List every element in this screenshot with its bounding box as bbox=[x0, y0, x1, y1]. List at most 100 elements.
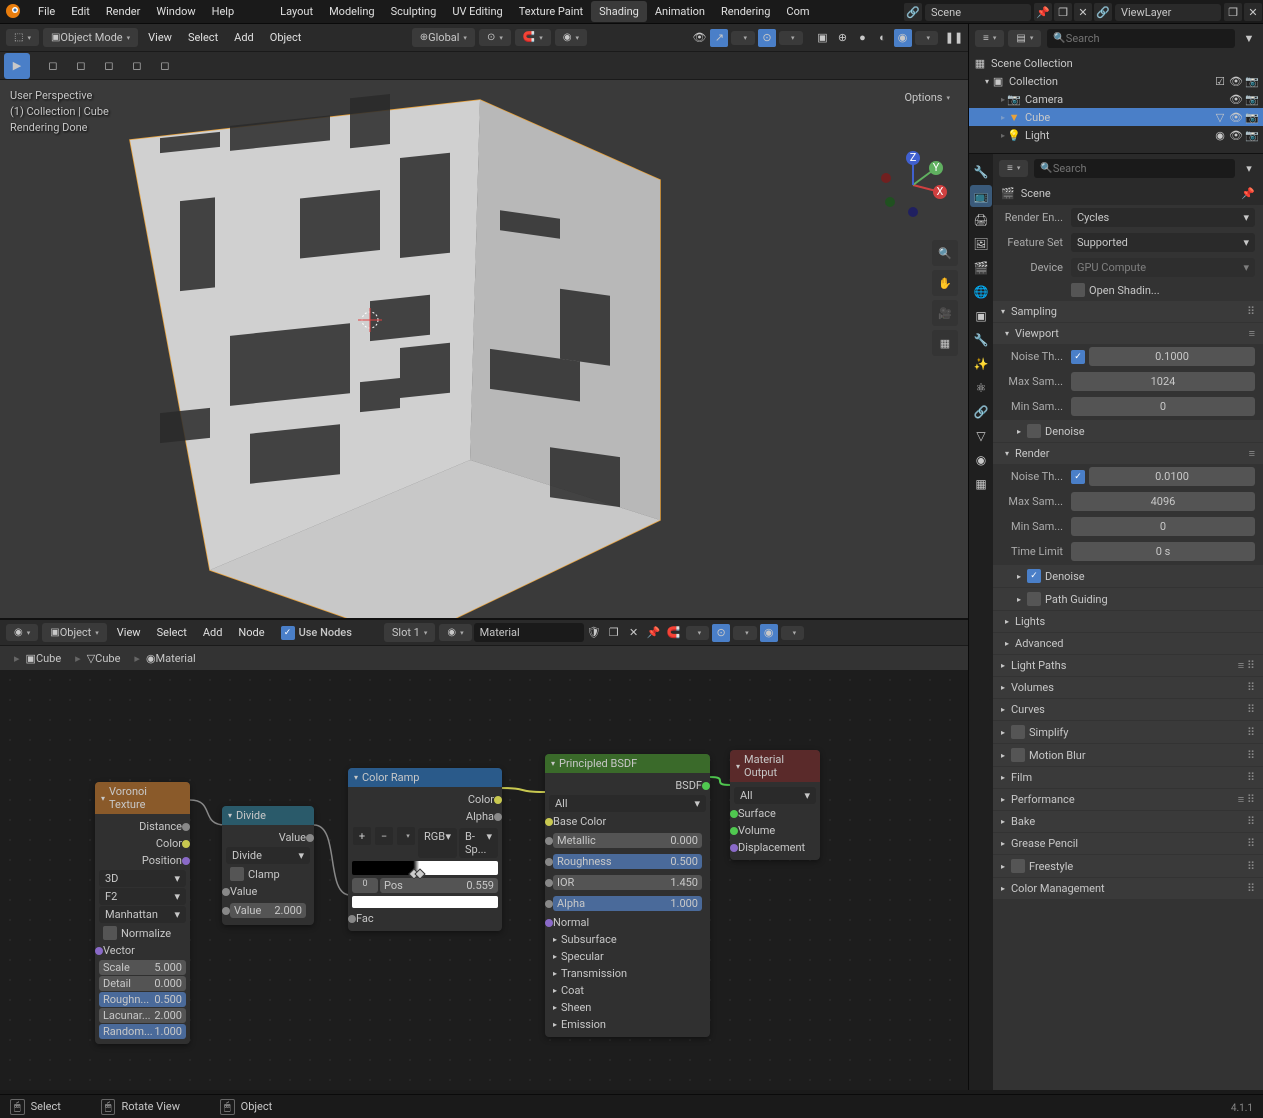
tab-render-icon[interactable]: 📺 bbox=[970, 185, 992, 207]
ramp-color-swatch[interactable] bbox=[352, 896, 498, 908]
visibility-icon[interactable]: 👁 bbox=[690, 29, 708, 47]
voronoi-randomness-field[interactable]: Random...1.000 bbox=[99, 1024, 186, 1039]
orientation-dropdown[interactable]: ⊕ Global▾ bbox=[412, 28, 475, 47]
motion-blur-panel[interactable]: ▸Motion Blur⠿ bbox=[993, 744, 1263, 766]
cam-hide-icon[interactable]: 👁 bbox=[1229, 93, 1243, 106]
workspace-modeling[interactable]: Modeling bbox=[321, 1, 383, 22]
menu-edit[interactable]: Edit bbox=[63, 1, 98, 22]
tab-material-icon[interactable]: ◉ bbox=[970, 449, 992, 471]
curves-panel[interactable]: ▸Curves⠿ bbox=[993, 699, 1263, 720]
props-type-dropdown[interactable]: ≡▾ bbox=[999, 160, 1028, 177]
delete-scene-icon[interactable]: ✕ bbox=[1074, 3, 1092, 21]
motion-blur-checkbox[interactable] bbox=[1011, 748, 1025, 762]
viewport-sampling-header[interactable]: ▾Viewport≡ bbox=[993, 323, 1263, 344]
material-pin-icon[interactable]: 📌 bbox=[645, 624, 663, 642]
collection-disable-icon[interactable]: 📷 bbox=[1245, 75, 1259, 88]
volumes-panel[interactable]: ▸Volumes⠿ bbox=[993, 677, 1263, 698]
mode-dropdown[interactable]: ▣ Object Mode▾ bbox=[43, 28, 138, 47]
viewport-options-button[interactable]: Options▾ bbox=[896, 88, 958, 107]
material-unlink-icon[interactable]: ✕ bbox=[625, 624, 643, 642]
vp-noise-threshold-checkbox[interactable]: ✓ bbox=[1071, 350, 1085, 364]
sh-overlay-dropdown[interactable]: ▾ bbox=[733, 626, 757, 640]
tab-physics-icon[interactable]: ⚛ bbox=[970, 377, 992, 399]
scene-name-field[interactable]: Scene bbox=[925, 4, 1031, 21]
voronoi-lacunarity-field[interactable]: Lacunar...2.000 bbox=[99, 1008, 186, 1023]
delete-viewlayer-icon[interactable]: ✕ bbox=[1244, 3, 1262, 21]
select-intersect-icon[interactable]: ◻ bbox=[152, 53, 178, 79]
color-ramp-gradient[interactable] bbox=[352, 861, 498, 875]
path-guiding-header[interactable]: ▸Path Guiding bbox=[993, 588, 1263, 610]
crumb-mesh[interactable]: ▽ Cube bbox=[87, 652, 121, 665]
freestyle-checkbox[interactable] bbox=[1011, 859, 1025, 873]
viewlayer-browse-icon[interactable]: 🔗 bbox=[1094, 3, 1112, 21]
shading-matprev-icon[interactable]: ◐ bbox=[874, 29, 892, 47]
vp-noise-threshold-field[interactable]: 0.1000 bbox=[1089, 347, 1255, 366]
menu-file[interactable]: File bbox=[30, 1, 63, 22]
tree-light[interactable]: ▸💡Light ◉👁📷 bbox=[969, 126, 1263, 144]
vp-max-samples-field[interactable]: 1024 bbox=[1071, 372, 1255, 391]
proportional-dropdown[interactable]: ◉▾ bbox=[555, 29, 587, 46]
gizmo-toggle-icon[interactable]: ↗ bbox=[710, 29, 728, 47]
pan-icon[interactable]: ✋ bbox=[932, 270, 958, 296]
r-time-limit-field[interactable]: 0 s bbox=[1071, 542, 1255, 561]
workspace-compositing[interactable]: Com bbox=[778, 1, 817, 22]
menu-render[interactable]: Render bbox=[98, 1, 148, 22]
device-select[interactable]: GPU Compute▾ bbox=[1071, 258, 1255, 277]
light-disable-icon[interactable]: 📷 bbox=[1245, 129, 1259, 142]
props-search-field[interactable]: 🔍 Search bbox=[1034, 159, 1235, 178]
cube-hide-icon[interactable]: 👁 bbox=[1229, 111, 1243, 124]
navigation-gizmo[interactable]: X Y Z bbox=[878, 150, 948, 220]
tab-constraint-icon[interactable]: 🔗 bbox=[970, 401, 992, 423]
material-browse-icon[interactable]: ◉▾ bbox=[439, 624, 471, 641]
voronoi-feature-select[interactable]: F2▾ bbox=[99, 888, 186, 905]
crumb-object[interactable]: ▣ Cube bbox=[26, 652, 62, 665]
sh-snap-icon[interactable]: 🧲 bbox=[665, 624, 683, 642]
bsdf-coat-group[interactable]: ▸Coat bbox=[549, 982, 706, 999]
scene-browse-icon[interactable]: 🔗 bbox=[904, 3, 922, 21]
bsdf-metallic-field[interactable]: Metallic0.000 bbox=[553, 833, 702, 848]
cube-disable-icon[interactable]: 📷 bbox=[1245, 111, 1259, 124]
voronoi-distance-select[interactable]: Manhattan▾ bbox=[99, 906, 186, 923]
bsdf-emission-group[interactable]: ▸Emission bbox=[549, 1016, 706, 1033]
sh-menu-select[interactable]: Select bbox=[149, 623, 195, 642]
simplify-panel[interactable]: ▸Simplify⠿ bbox=[993, 721, 1263, 743]
tab-particles-icon[interactable]: ✨ bbox=[970, 353, 992, 375]
tree-camera[interactable]: ▸📷Camera 👁📷 bbox=[969, 90, 1263, 108]
ramp-remove-stop-icon[interactable]: − bbox=[375, 827, 393, 845]
workspace-rendering[interactable]: Rendering bbox=[713, 1, 778, 22]
shading-rendered-icon[interactable]: ◉ bbox=[894, 29, 912, 47]
crumb-material[interactable]: ◉ Material bbox=[146, 652, 196, 665]
xray-icon[interactable]: ▣ bbox=[814, 29, 832, 47]
collection-exclude-icon[interactable]: ☑ bbox=[1213, 75, 1227, 88]
tab-viewlayer-icon[interactable]: 🖼 bbox=[970, 233, 992, 255]
node-header[interactable]: ▾Material Output bbox=[730, 750, 820, 782]
ramp-tools-icon[interactable]: ▾ bbox=[397, 827, 415, 845]
tab-world-icon[interactable]: 🌐 bbox=[970, 281, 992, 303]
bake-panel[interactable]: ▸Bake⠿ bbox=[993, 811, 1263, 832]
ramp-colormode-select[interactable]: RGB▾ bbox=[418, 828, 457, 858]
ramp-pos-field[interactable]: Pos0.559 bbox=[380, 878, 498, 893]
workspace-layout[interactable]: Layout bbox=[272, 1, 321, 22]
viewport-3d[interactable]: User Perspective (1) Collection | Cube R… bbox=[0, 80, 968, 618]
voronoi-scale-field[interactable]: Scale5.000 bbox=[99, 960, 186, 975]
sh-snap-dropdown[interactable]: ▾ bbox=[686, 626, 710, 640]
render-sampling-header[interactable]: ▾Render≡ bbox=[993, 443, 1263, 464]
math-clamp-checkbox[interactable] bbox=[230, 867, 244, 881]
lights-header[interactable]: ▸Lights bbox=[993, 611, 1263, 632]
perspective-toggle-icon[interactable]: ▦ bbox=[932, 330, 958, 356]
new-viewlayer-icon[interactable]: ❐ bbox=[1224, 3, 1242, 21]
vp-menu-add[interactable]: Add bbox=[226, 28, 262, 47]
math-value-field[interactable]: Value2.000 bbox=[230, 903, 306, 918]
tab-tool-icon[interactable]: 🔧 bbox=[970, 161, 992, 183]
tab-scene-icon[interactable]: 🎬 bbox=[970, 257, 992, 279]
material-fake-user-icon[interactable]: 🛡 bbox=[585, 624, 603, 642]
node-header[interactable]: ▾Divide bbox=[222, 806, 314, 825]
bsdf-sheen-group[interactable]: ▸Sheen bbox=[549, 999, 706, 1016]
overlay-dropdown[interactable]: ▾ bbox=[779, 31, 803, 45]
vp-menu-select[interactable]: Select bbox=[180, 28, 226, 47]
ramp-interp-select[interactable]: B-Sp...▾ bbox=[459, 828, 498, 858]
gizmo-dropdown[interactable]: ▾ bbox=[731, 31, 755, 45]
viewlayer-name-field[interactable]: ViewLayer bbox=[1115, 4, 1221, 21]
workspace-animation[interactable]: Animation bbox=[647, 1, 713, 22]
r-noise-threshold-checkbox[interactable]: ✓ bbox=[1071, 470, 1085, 484]
